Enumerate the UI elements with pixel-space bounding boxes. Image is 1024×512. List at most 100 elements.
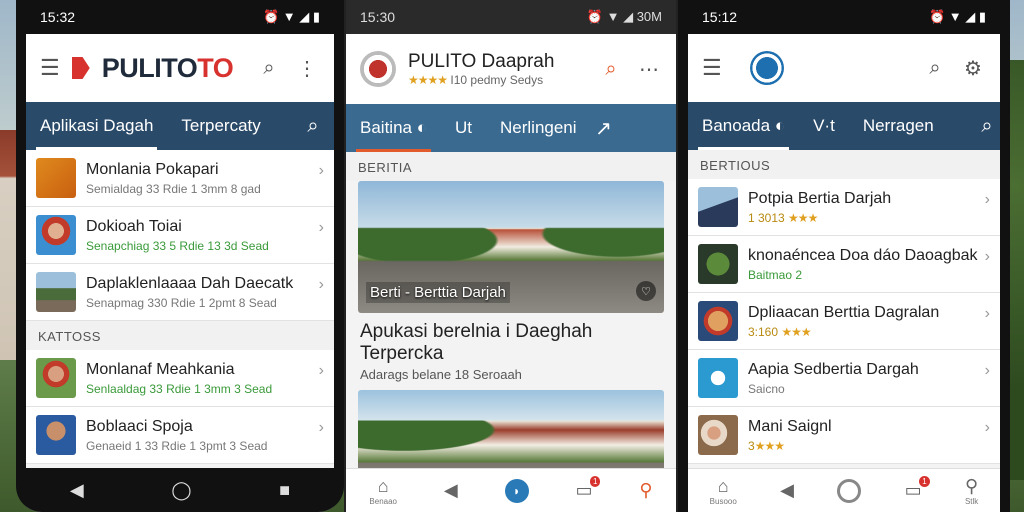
item-thumbnail (36, 272, 76, 312)
item-subtitle: Genaeid 1 33 Rdie 1 3pmt 3 Sead (86, 438, 268, 453)
menu-icon[interactable]: ☰ (702, 55, 722, 81)
back-icon: ◀ (443, 480, 458, 500)
nav-label: Benaao (369, 496, 398, 506)
item-sub-text: 3 (748, 438, 755, 453)
bottom-nav: ⌂ Busooo ◀ ▭ 1 ⚲ Stlk (688, 468, 1000, 512)
list-item[interactable]: Dokioah Toiai Senapchiag 33 5 Rdie 13 3d… (26, 207, 334, 264)
search-icon[interactable]: ⌕ (598, 56, 624, 82)
item-subtitle: 1 3013 ★★★ (748, 211, 891, 225)
tab-terpercaty[interactable]: Terpercaty (167, 102, 274, 150)
phone-left-screen: 15:32 ⏰ ▼ ◢ ▮ ☰ PULITOTO ⌕ ⋮ Aplikasi Da… (26, 0, 334, 512)
nav-messages[interactable]: ▭ 1 (905, 476, 930, 501)
status-time: 15:30 (360, 9, 396, 25)
app-header: PULITO Daaprah ★★★★ I10 pedmy Sedys (408, 51, 586, 87)
list-item[interactable]: Dpliaacan Berttia Dagralan 3:160 ★★★ › (688, 293, 1000, 350)
nav-messages[interactable]: ▭ 1 (575, 476, 601, 501)
list-item[interactable]: Daplaklenlaaaa Dah Daecatk Senapmag 330 … (26, 264, 334, 321)
item-thumbnail (698, 358, 738, 398)
chevron-right-icon: › (984, 362, 990, 379)
news-list: Potpia Bertia Darjah 1 3013 ★★★ › knonaé… (688, 179, 1000, 464)
app-meta: ★★★★ I10 pedmy Sedys (408, 73, 586, 87)
tab-banoada[interactable]: Banoada ◐ (688, 102, 799, 150)
list-item[interactable]: Aapia Sedbertia Dargah Saicno › (688, 350, 1000, 407)
settings-icon[interactable]: ⚙ (960, 55, 986, 81)
nav-center[interactable] (837, 478, 862, 503)
list-item[interactable]: Monlanaf Meahkania Senlaaldag 33 Rdie 1 … (26, 350, 334, 407)
chevron-right-icon: › (318, 276, 324, 293)
status-bar: 15:12 ⏰ ▼ ◢ ▮ (688, 0, 1000, 34)
recents-icon[interactable]: ■ (279, 480, 290, 501)
search-icon[interactable]: ⌕ (300, 113, 326, 139)
notification-badge: 1 (919, 476, 930, 487)
nav-label: Stlk (964, 496, 979, 506)
app-list: Monlania Pokapari Semialdag 33 Rdie 1 3m… (26, 150, 334, 321)
status-icons: ⏰ ▼ ◢ ▮ (928, 9, 986, 24)
list-item[interactable]: knonaéncea Doa dáo Daoagbak Baitmao 2 › (688, 236, 1000, 293)
tab-nerlingeni[interactable]: Nerlingeni (486, 104, 591, 152)
nav-back[interactable]: ◀ (444, 480, 458, 501)
expand-icon[interactable]: ↗ (591, 115, 617, 141)
list-item[interactable]: Boblaaci Spoja Genaeid 1 33 Rdie 1 3pmt … (26, 407, 334, 464)
status-bar: 15:32 ⏰ ▼ ◢ ▮ (26, 0, 334, 34)
app-bar: ☰ PULITOTO ⌕ ⋮ (26, 34, 334, 102)
list-item[interactable]: Potpia Bertia Darjah 1 3013 ★★★ › (688, 179, 1000, 236)
nav-center[interactable]: ◗ (504, 478, 529, 503)
article-image[interactable]: Berti - Berttia Darjah ♡ (358, 181, 664, 313)
nav-back[interactable]: ◀ (780, 480, 794, 501)
more-vert-icon[interactable]: ⋮ (294, 55, 320, 81)
tab-baitina[interactable]: Baitina ◐ (346, 104, 441, 152)
app-bar: ☰ ⌕ ⚙ (688, 34, 1000, 102)
nav-profile[interactable]: ⚲ Stlk (965, 476, 978, 506)
chevron-right-icon: › (984, 248, 990, 265)
phone-right-screen: 15:12 ⏰ ▼ ◢ ▮ ☰ ⌕ ⚙ Banoada ◐ V·t Nerrag… (688, 0, 1000, 512)
nav-home[interactable]: ⌂ Benaao (369, 476, 397, 506)
nav-home[interactable]: ⌂ Busooo (710, 476, 737, 506)
article-title[interactable]: Apukasi berelnia i Daeghah Terpercka (346, 313, 676, 365)
section-label: KATTOSS (26, 321, 334, 350)
app-bar: PULITO Daaprah ★★★★ I10 pedmy Sedys ⌕ ⋯ (346, 34, 676, 104)
nav-profile[interactable]: ⚲ (639, 480, 652, 501)
image-caption: Berti - Berttia Darjah (366, 282, 510, 303)
chevron-right-icon: › (984, 419, 990, 436)
logo-wrap (734, 51, 910, 85)
item-title: knonaéncea Doa dáo Daoagbak (748, 246, 978, 264)
profile-icon: ⚲ (965, 475, 979, 496)
item-thumbnail (698, 187, 738, 227)
list-item[interactable]: Monlania Pokapari Semialdag 33 Rdie 1 3m… (26, 150, 334, 207)
chevron-right-icon: › (318, 219, 324, 236)
shield-icon: ◐ (416, 118, 427, 137)
search-icon[interactable]: ⌕ (974, 113, 1000, 139)
home-icon[interactable]: ◯ (171, 480, 191, 501)
item-title: Dpliaacan Berttia Dagralan (748, 303, 940, 321)
item-title: Daplaklenlaaaa Dah Daecatk (86, 274, 294, 292)
app-emblem-icon (360, 51, 396, 87)
item-title: Monlanaf Meahkania (86, 360, 235, 378)
home-icon: ⌂ (717, 475, 729, 496)
tab-aplikasi[interactable]: Aplikasi Dagah (26, 102, 167, 150)
status-bar: 15:30 ⏰ ▼ ◢ 30M (346, 0, 676, 34)
item-title: Aapia Sedbertia Dargah (748, 360, 919, 378)
search-icon[interactable]: ⌕ (256, 55, 282, 81)
app-meta-text: I10 pedmy Sedys (450, 73, 544, 87)
back-icon: ◀ (780, 480, 794, 500)
menu-icon[interactable]: ☰ (40, 55, 60, 81)
search-icon[interactable]: ⌕ (922, 55, 948, 81)
tab-vt[interactable]: V·t (799, 102, 849, 150)
item-thumbnail (36, 358, 76, 398)
app-title-accent: TO (197, 52, 234, 83)
tab-label: Baitina (360, 118, 412, 137)
phone-left: 15:32 ⏰ ▼ ◢ ▮ ☰ PULITOTO ⌕ ⋮ Aplikasi Da… (16, 0, 344, 512)
tab-nerragen[interactable]: Nerragen (849, 102, 948, 150)
chat-icon[interactable]: ♡ (636, 281, 656, 301)
status-time: 15:12 (702, 9, 738, 25)
tab-ut[interactable]: Ut (441, 104, 486, 152)
bottom-nav: ⌂ Benaao ◀ ◗ ▭ 1 ⚲ (346, 468, 676, 512)
status-icons: ⏰ ▼ ◢ ▮ (262, 9, 320, 24)
item-subtitle: Semialdag 33 Rdie 1 3mm 8 gad (86, 181, 261, 196)
back-icon[interactable]: ◀ (70, 480, 84, 501)
more-icon[interactable]: ⋯ (636, 56, 662, 82)
item-title: Monlania Pokapari (86, 160, 219, 178)
phone-center: 15:30 ⏰ ▼ ◢ 30M PULITO Daaprah ★★★★ I10 … (344, 0, 678, 512)
list-item[interactable]: Mani Saignl 3★★★ › (688, 407, 1000, 464)
tab-bar: Aplikasi Dagah Terpercaty ⌕ (26, 102, 334, 150)
